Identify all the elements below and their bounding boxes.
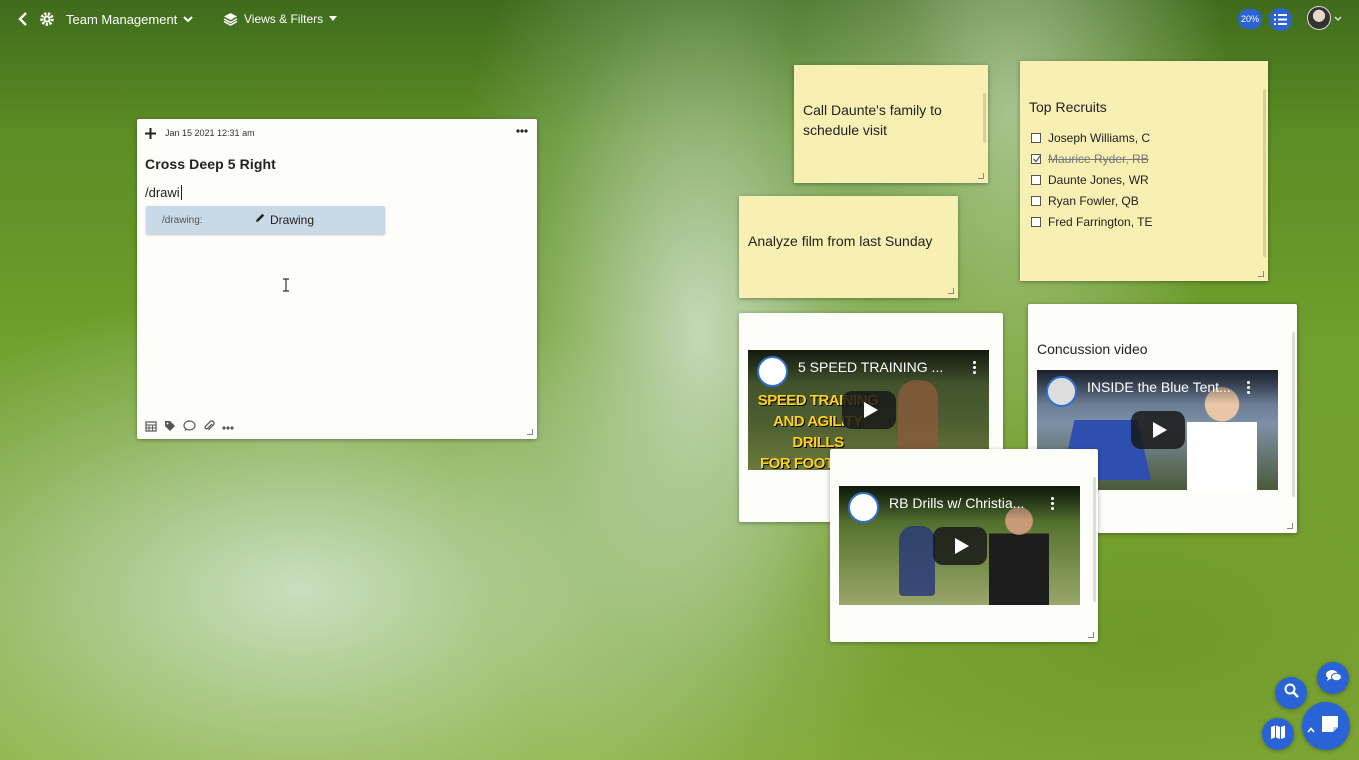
suggestion-label: Drawing <box>270 213 315 227</box>
play-button[interactable] <box>842 391 896 429</box>
pencil-icon <box>254 211 266 229</box>
top-bar: Team Management Views & Filters 20% <box>0 0 1359 38</box>
video-title: RB Drills w/ Christia... <box>889 495 1025 511</box>
video-title: 5 SPEED TRAINING ... <box>798 359 944 375</box>
video-card-rb-drills[interactable]: RB Drills w/ Christia... <box>830 449 1098 642</box>
chevron-left-icon <box>17 12 29 26</box>
gear-icon <box>39 11 55 27</box>
channel-logo <box>848 492 879 523</box>
scrollbar[interactable] <box>983 93 986 143</box>
suggestion-command: /drawing: <box>162 214 203 226</box>
checklist-label: Joseph Williams, C <box>1048 130 1151 145</box>
map-icon <box>1270 725 1286 744</box>
note-editor-card[interactable]: Jan 15 2021 12:31 am Cross Deep 5 Right … <box>137 119 537 439</box>
settings-button[interactable] <box>39 0 55 38</box>
account-menu-button[interactable] <box>1334 0 1342 38</box>
attachment-icon[interactable] <box>203 419 215 437</box>
note-options-icon[interactable] <box>516 129 528 133</box>
views-filters-label: Views & Filters <box>244 12 324 26</box>
tag-icon[interactable] <box>164 419 176 437</box>
checkbox[interactable] <box>1031 174 1041 185</box>
calendar-icon[interactable] <box>145 419 157 437</box>
search-icon <box>1284 683 1299 703</box>
resize-handle[interactable] <box>527 429 533 435</box>
chevron-down-icon <box>183 15 193 23</box>
command-suggestion[interactable]: /drawing: Drawing <box>146 206 385 234</box>
new-note-button[interactable] <box>1302 702 1350 750</box>
play-button[interactable] <box>1131 411 1185 449</box>
scrollbar[interactable] <box>1093 477 1096 602</box>
sticky-note-recruits[interactable]: Top Recruits Joseph Williams, C Maurice … <box>1020 61 1268 281</box>
checklist-item[interactable]: Fred Farrington, TE <box>1031 211 1152 232</box>
runner-figure <box>899 526 935 596</box>
video-embed[interactable]: RB Drills w/ Christia... <box>839 486 1080 605</box>
typed-text: /drawi <box>145 185 180 200</box>
chat-button[interactable] <box>1317 662 1349 694</box>
ibeam-cursor-icon <box>282 278 290 295</box>
checkbox[interactable] <box>1031 216 1041 227</box>
recruits-checklist: Joseph Williams, C Maurice Ryder, RB Dau… <box>1031 127 1152 232</box>
resize-handle[interactable] <box>948 288 954 294</box>
back-button[interactable] <box>17 0 29 38</box>
checkbox[interactable] <box>1031 132 1041 143</box>
video-menu-icon[interactable] <box>1247 380 1250 394</box>
list-icon <box>1274 14 1287 25</box>
checkbox[interactable] <box>1031 195 1041 206</box>
scrollbar[interactable] <box>1292 332 1295 497</box>
note-icon <box>1321 715 1339 738</box>
resize-handle[interactable] <box>1088 632 1094 638</box>
note-title[interactable]: Cross Deep 5 Right <box>145 156 276 172</box>
channel-logo <box>1046 376 1077 407</box>
scrollbar[interactable] <box>1263 89 1266 257</box>
video-title: INSIDE the Blue Tent... <box>1087 379 1231 395</box>
chat-icon <box>1325 669 1342 688</box>
checkbox-checked[interactable] <box>1031 153 1042 164</box>
note-body-input[interactable]: /drawi <box>145 185 182 200</box>
video-menu-icon[interactable] <box>973 360 976 374</box>
text-cursor <box>180 185 182 200</box>
resize-handle[interactable] <box>978 173 984 179</box>
map-button[interactable] <box>1262 718 1294 750</box>
caret-down-icon <box>329 16 338 22</box>
board-title: Team Management <box>66 11 178 27</box>
comment-icon[interactable] <box>183 419 196 437</box>
list-view-button[interactable] <box>1269 8 1292 31</box>
note-toolbar <box>145 419 234 437</box>
play-button[interactable] <box>933 527 987 565</box>
checklist-label: Ryan Fowler, QB <box>1048 193 1139 208</box>
checklist-item[interactable]: Maurice Ryder, RB <box>1031 148 1152 169</box>
checklist-label: Fred Farrington, TE <box>1048 214 1153 229</box>
sticky-note-film[interactable]: Analyze film from last Sunday <box>739 196 958 298</box>
search-button[interactable] <box>1275 677 1307 709</box>
athlete-figure <box>898 380 938 460</box>
recruits-title: Top Recruits <box>1029 99 1107 115</box>
avatar[interactable] <box>1307 6 1331 30</box>
athlete-figure <box>989 506 1049 605</box>
board-title-dropdown[interactable]: Team Management <box>66 0 193 38</box>
sticky-text: Call Daunte's family to schedule visit <box>803 102 942 138</box>
checklist-item[interactable]: Ryan Fowler, QB <box>1031 190 1152 211</box>
chevron-down-icon <box>1334 16 1342 22</box>
sticky-text: Analyze film from last Sunday <box>748 233 933 249</box>
video-menu-icon[interactable] <box>1051 496 1054 510</box>
video-card-heading: Concussion video <box>1037 341 1148 357</box>
checklist-label: Maurice Ryder, RB <box>1048 151 1149 166</box>
add-icon[interactable] <box>145 126 156 144</box>
resize-handle[interactable] <box>1287 523 1293 529</box>
views-filters-dropdown[interactable]: Views & Filters <box>223 0 338 38</box>
zoom-badge[interactable]: 20% <box>1238 9 1262 29</box>
chevron-up-icon <box>1307 720 1315 738</box>
checklist-label: Daunte Jones, WR <box>1048 172 1149 187</box>
sticky-note-call[interactable]: Call Daunte's family to schedule visit <box>794 65 988 183</box>
checklist-item[interactable]: Joseph Williams, C <box>1031 127 1152 148</box>
more-icon[interactable] <box>222 426 234 430</box>
checklist-item[interactable]: Daunte Jones, WR <box>1031 169 1152 190</box>
channel-logo <box>757 356 788 387</box>
note-date: Jan 15 2021 12:31 am <box>165 128 255 138</box>
layers-icon <box>223 12 238 26</box>
resize-handle[interactable] <box>1258 271 1264 277</box>
